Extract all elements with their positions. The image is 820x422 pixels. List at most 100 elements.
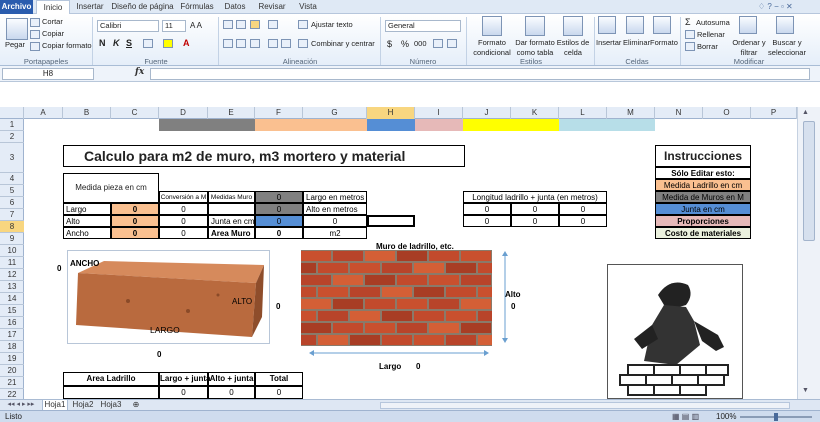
row-header[interactable]: 2 xyxy=(0,131,24,143)
cut-button[interactable]: Cortar xyxy=(42,17,63,27)
fx-icon[interactable]: fx xyxy=(135,67,144,77)
name-box[interactable]: H8 xyxy=(2,68,94,80)
column-header[interactable]: L xyxy=(559,107,607,119)
row-header[interactable]: 8 xyxy=(0,221,24,233)
tab-formulas[interactable]: Fórmulas xyxy=(177,0,217,14)
muro-gray-value[interactable]: 0 xyxy=(255,191,303,203)
alto-cm-input[interactable]: 0 xyxy=(111,215,159,227)
row-header[interactable]: 5 xyxy=(0,185,24,197)
tab-insertar[interactable]: Insertar xyxy=(72,0,108,14)
row-header[interactable]: 13 xyxy=(0,281,24,293)
row-header[interactable]: 18 xyxy=(0,341,24,353)
view-buttons-icon[interactable]: ▦ ▤ ▥ xyxy=(672,411,699,422)
vertical-scrollbar[interactable]: ▲ ▼ xyxy=(797,107,820,399)
currency-button[interactable]: $ xyxy=(387,39,392,49)
font-name-select[interactable]: Calibri xyxy=(97,20,159,32)
row-header[interactable]: 9 xyxy=(0,233,24,245)
format-painter-button[interactable]: Copiar formato xyxy=(42,41,92,51)
align-left-icon[interactable] xyxy=(223,39,233,48)
delete-cells-button[interactable]: Eliminar xyxy=(623,38,650,48)
formula-input[interactable] xyxy=(150,68,810,80)
borders-icon[interactable] xyxy=(143,39,153,48)
wrap-text-button[interactable]: Ajustar texto xyxy=(311,20,353,30)
column-header[interactable]: M xyxy=(607,107,655,119)
horizontal-scrollbar[interactable] xyxy=(380,402,790,409)
window-controls-icon[interactable]: ♢ ? − ▫ ✕ xyxy=(758,2,793,11)
zoom-level[interactable]: 100% xyxy=(716,411,736,422)
insert-cells-button[interactable]: Insertar xyxy=(596,38,621,48)
paste-icon[interactable] xyxy=(6,18,28,40)
row-header[interactable]: 11 xyxy=(0,257,24,269)
font-size-select[interactable]: 11 xyxy=(162,20,186,32)
selected-cell-h8[interactable] xyxy=(367,215,415,227)
tab-archivo[interactable]: Archivo xyxy=(0,0,33,14)
tab-datos[interactable]: Datos xyxy=(220,0,250,14)
column-header[interactable]: B xyxy=(63,107,111,119)
column-header[interactable]: H xyxy=(367,107,415,119)
font-color-icon[interactable]: A xyxy=(183,38,190,48)
row-header[interactable]: 3 xyxy=(0,143,24,173)
worker-clipart-frame[interactable] xyxy=(607,264,743,399)
autosum-button[interactable]: Autosuma xyxy=(696,18,730,28)
ancho-cm-input[interactable]: 0 xyxy=(111,227,159,239)
column-header[interactable]: J xyxy=(463,107,511,119)
row-header[interactable]: 6 xyxy=(0,197,24,209)
align-center-icon[interactable] xyxy=(236,39,246,48)
column-header[interactable]: G xyxy=(303,107,367,119)
select-all-corner[interactable] xyxy=(0,107,24,119)
underline-button[interactable]: S xyxy=(126,38,132,48)
orientation-icon[interactable] xyxy=(268,20,278,29)
column-header[interactable]: E xyxy=(208,107,255,119)
column-header[interactable]: C xyxy=(111,107,159,119)
brick-image-frame[interactable]: ANCHO ALTO LARGO xyxy=(67,250,270,344)
clear-button[interactable]: Borrar xyxy=(697,42,718,52)
scroll-thumb[interactable] xyxy=(803,121,815,241)
number-format-select[interactable]: General xyxy=(385,20,461,32)
increase-decimal-icon[interactable] xyxy=(433,39,443,48)
row-header[interactable]: 17 xyxy=(0,329,24,341)
tab-diseno-pagina[interactable]: Diseño de página xyxy=(111,0,174,14)
tab-revisar[interactable]: Revisar xyxy=(253,0,291,14)
align-bottom-icon[interactable] xyxy=(250,20,260,29)
row-header[interactable]: 14 xyxy=(0,293,24,305)
conditional-format-button[interactable]: Formato condicional xyxy=(471,38,513,58)
scroll-up-icon[interactable]: ▲ xyxy=(802,109,809,116)
align-right-icon[interactable] xyxy=(250,39,260,48)
largo-cm-input[interactable]: 0 xyxy=(111,203,159,215)
sort-filter-button[interactable]: Ordenar y filtrar xyxy=(731,38,767,58)
align-middle-icon[interactable] xyxy=(236,20,246,29)
bold-button[interactable]: N xyxy=(99,38,106,48)
row-header[interactable]: 10 xyxy=(0,245,24,257)
merge-center-button[interactable]: Combinar y centrar xyxy=(311,39,375,49)
column-header[interactable]: F xyxy=(255,107,303,119)
row-header[interactable]: 4 xyxy=(0,173,24,185)
column-header[interactable]: I xyxy=(415,107,463,119)
row-header[interactable]: 7 xyxy=(0,209,24,221)
copy-button[interactable]: Copiar xyxy=(42,29,64,39)
format-table-button[interactable]: Dar formato como tabla xyxy=(514,38,556,58)
align-top-icon[interactable] xyxy=(223,20,233,29)
decrease-indent-icon[interactable] xyxy=(268,39,278,48)
thousands-button[interactable]: 000 xyxy=(414,39,427,49)
row-header[interactable]: 1 xyxy=(0,119,24,131)
row-header[interactable]: 12 xyxy=(0,269,24,281)
tab-vista[interactable]: Vista xyxy=(294,0,322,14)
alto-muro-value[interactable]: 0 xyxy=(255,203,303,215)
decrease-decimal-icon[interactable] xyxy=(447,39,457,48)
column-header[interactable]: P xyxy=(751,107,797,119)
fill-button[interactable]: Rellenar xyxy=(697,30,725,40)
increase-indent-icon[interactable] xyxy=(281,39,291,48)
column-header[interactable]: A xyxy=(24,107,63,119)
format-cells-button[interactable]: Formato xyxy=(650,38,678,48)
row-header[interactable]: 21 xyxy=(0,377,24,389)
wall-image-frame[interactable] xyxy=(286,250,555,357)
italic-button[interactable]: K xyxy=(113,38,120,48)
junta-cm-input[interactable]: 0 xyxy=(255,215,303,227)
zoom-slider-thumb[interactable] xyxy=(774,413,778,421)
column-header[interactable]: K xyxy=(511,107,559,119)
cell-styles-button[interactable]: Estilos de celda xyxy=(556,38,590,58)
find-select-button[interactable]: Buscar y seleccionar xyxy=(766,38,808,58)
row-header[interactable]: 16 xyxy=(0,317,24,329)
row-header[interactable]: 19 xyxy=(0,353,24,365)
fill-color-icon[interactable] xyxy=(163,39,173,48)
